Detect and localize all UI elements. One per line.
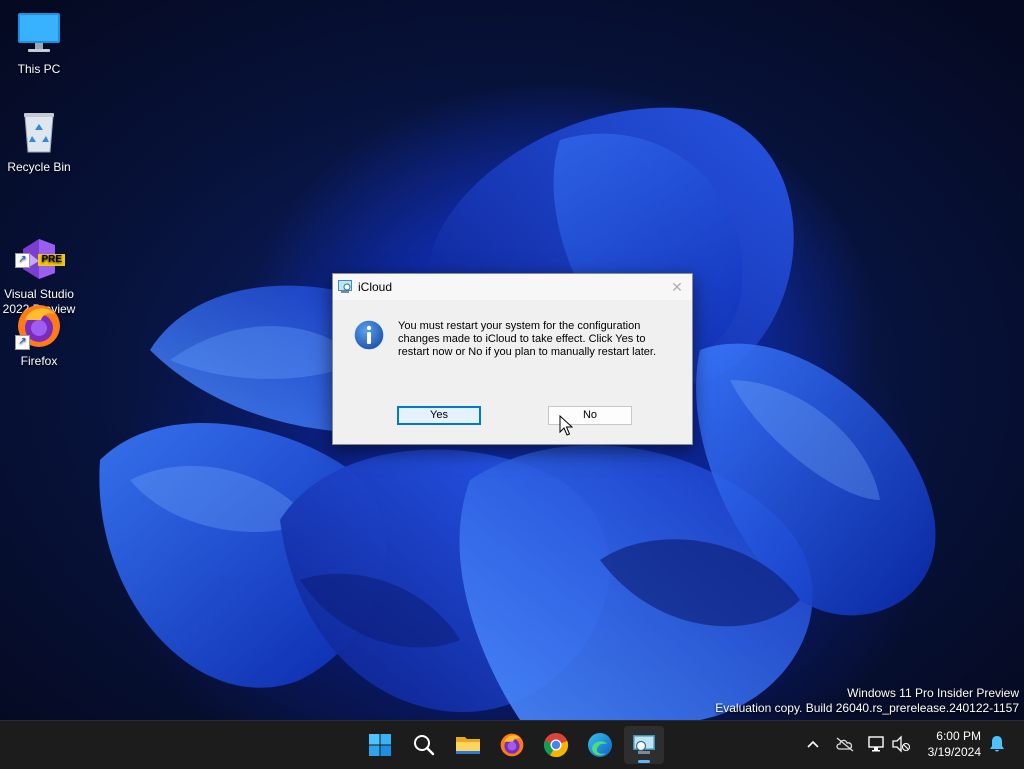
taskbar: 6:00 PM 3/19/2024 — [0, 720, 1024, 769]
desktop-icon-this-pc[interactable]: This PC — [0, 10, 78, 77]
volume-muted-icon[interactable] — [890, 733, 912, 755]
search-icon — [414, 735, 435, 756]
icloud-taskbar-button[interactable] — [624, 726, 664, 764]
icloud-setup-icon — [633, 735, 655, 754]
show-hidden-icons-chevron-icon[interactable] — [802, 733, 824, 755]
preview-badge: PRE — [38, 254, 65, 266]
desktop-icon-label: Firefox — [20, 354, 58, 368]
windows-logo-icon — [369, 734, 391, 756]
edge-button[interactable] — [580, 726, 620, 764]
icloud-app-icon — [338, 280, 352, 293]
info-icon — [353, 319, 385, 351]
desktop-icon-label: This PC — [17, 62, 61, 76]
recycle-bin-icon — [15, 108, 63, 156]
shortcut-arrow-icon: ↗ — [15, 253, 30, 268]
close-icon[interactable]: ✕ — [668, 278, 686, 296]
edge-icon — [588, 733, 612, 757]
watermark-line-1: Windows 11 Pro Insider Preview — [847, 686, 1019, 700]
dialog-message: You must restart your system for the con… — [398, 320, 657, 358]
search-button[interactable] — [404, 726, 444, 764]
shortcut-arrow-icon: ↗ — [15, 335, 30, 350]
file-explorer-button[interactable] — [448, 726, 488, 764]
firefox-icon — [500, 733, 524, 757]
monitor-icon — [15, 10, 63, 58]
chrome-icon — [543, 733, 569, 758]
mouse-cursor-icon — [559, 415, 573, 436]
onedrive-offline-icon[interactable] — [834, 733, 856, 755]
clock-time: 6:00 PM — [936, 729, 981, 743]
start-button[interactable] — [360, 726, 400, 764]
dialog-title: iCloud — [358, 280, 393, 294]
desktop-icon-firefox[interactable]: ↗ Firefox — [0, 302, 78, 369]
clock-date: 3/19/2024 — [927, 745, 981, 759]
yes-button[interactable]: Yes — [397, 406, 481, 425]
desktop-icon-recycle-bin[interactable]: Recycle Bin — [0, 108, 78, 175]
active-indicator — [638, 760, 650, 763]
network-icon[interactable] — [866, 733, 888, 755]
firefox-icon: ↗ — [15, 302, 63, 350]
visual-studio-icon: PRE ↗ — [15, 220, 65, 279]
desktop-icon-label: Recycle Bin — [7, 160, 71, 174]
evaluation-watermark: Windows 11 Pro Insider Preview Evaluatio… — [715, 686, 1019, 716]
notification-bell-icon[interactable] — [986, 733, 1008, 755]
folder-icon — [456, 737, 480, 754]
dialog-titlebar[interactable]: iCloud ✕ — [333, 274, 692, 300]
firefox-button[interactable] — [492, 726, 532, 764]
system-clock[interactable]: 6:00 PM 3/19/2024 — [928, 728, 981, 760]
watermark-line-2: Evaluation copy. Build 26040.rs_prerelea… — [715, 701, 1019, 715]
chrome-button[interactable] — [536, 726, 576, 764]
icloud-dialog: iCloud ✕ You must restart your system fo… — [332, 273, 693, 445]
